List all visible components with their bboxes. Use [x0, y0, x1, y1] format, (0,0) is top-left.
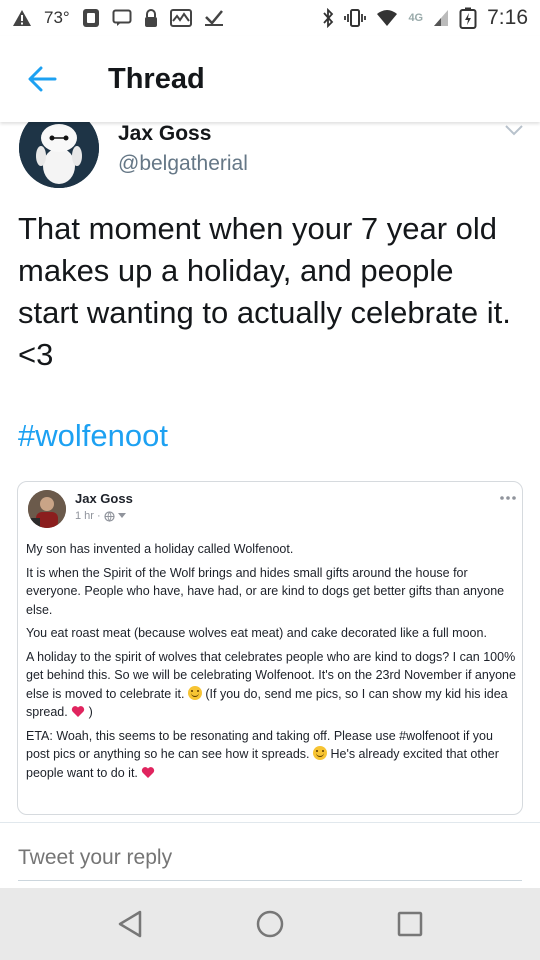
- heart-emoji-icon: [72, 706, 85, 717]
- post-paragraph: A holiday to the spirit of wolves that c…: [26, 648, 516, 722]
- embedded-post-meta: 1 hr ·: [75, 510, 126, 522]
- message-icon: [112, 9, 132, 27]
- more-options-button[interactable]: [500, 488, 516, 506]
- embedded-post-card[interactable]: Jax Goss 1 hr · My son has invented a ho…: [17, 481, 523, 815]
- warning-icon: [12, 9, 32, 27]
- smile-emoji-icon: [312, 746, 327, 760]
- activity-icon: [169, 9, 192, 27]
- page-title: Thread: [108, 62, 205, 95]
- app-notification-icon: [82, 8, 100, 28]
- embedded-post-body: My son has invented a holiday called Wol…: [26, 540, 516, 787]
- battery-charging-icon: [459, 7, 477, 29]
- caret-down-icon: [505, 125, 523, 136]
- heart-emoji-icon: [142, 766, 155, 778]
- bluetooth-icon: [322, 8, 334, 28]
- divider: [0, 822, 540, 823]
- reply-input[interactable]: [18, 838, 518, 878]
- caret-down-icon: [117, 513, 126, 518]
- nav-recents-icon: [397, 911, 423, 937]
- lock-icon: [144, 8, 158, 28]
- nav-home-icon: [256, 910, 284, 938]
- reply-underline: [18, 880, 522, 881]
- network-type: 4G: [408, 12, 424, 24]
- tweet-options-button[interactable]: [502, 120, 526, 140]
- status-right: 4G 7:16: [322, 6, 528, 30]
- clock: 7:16: [487, 6, 528, 29]
- profile-photo-icon: [28, 490, 66, 528]
- post-text: ): [88, 705, 93, 719]
- post-paragraph: You eat roast meat (because wolves eat m…: [26, 626, 487, 640]
- system-nav-bar: [0, 888, 540, 960]
- wifi-icon: [376, 9, 398, 27]
- status-bar: 73° 4G 7:16: [0, 0, 540, 36]
- check-icon: [204, 9, 224, 27]
- post-paragraph: ETA: Woah, this seems to be resonating a…: [26, 727, 516, 783]
- embedded-post-author[interactable]: Jax Goss: [75, 491, 133, 506]
- app-bar: Thread: [0, 36, 540, 122]
- temperature: 73°: [44, 8, 70, 27]
- embedded-post-time: 1 hr ·: [75, 510, 101, 522]
- back-button[interactable]: [16, 53, 68, 105]
- back-arrow-icon: [28, 66, 57, 92]
- author-name[interactable]: Jax Goss: [118, 122, 211, 146]
- tweet-text: That moment when your 7 year old makes u…: [18, 211, 511, 372]
- author-handle[interactable]: @belgatherial: [118, 152, 248, 176]
- nav-home-button[interactable]: [240, 894, 300, 954]
- more-dots-icon: [500, 496, 516, 500]
- globe-icon: [104, 510, 115, 522]
- smile-emoji-icon: [187, 685, 202, 700]
- vibrate-icon: [344, 9, 367, 27]
- nav-back-icon: [118, 910, 142, 938]
- embedded-post-avatar: [28, 490, 66, 528]
- signal-icon: [433, 9, 449, 27]
- status-left: 73°: [12, 8, 224, 28]
- nav-recents-button[interactable]: [380, 894, 440, 954]
- hashtag-link[interactable]: #wolfenoot: [18, 418, 168, 454]
- nav-back-button[interactable]: [100, 894, 160, 954]
- post-paragraph: It is when the Spirit of the Wolf brings…: [26, 565, 505, 617]
- post-paragraph: My son has invented a holiday called Wol…: [26, 542, 294, 556]
